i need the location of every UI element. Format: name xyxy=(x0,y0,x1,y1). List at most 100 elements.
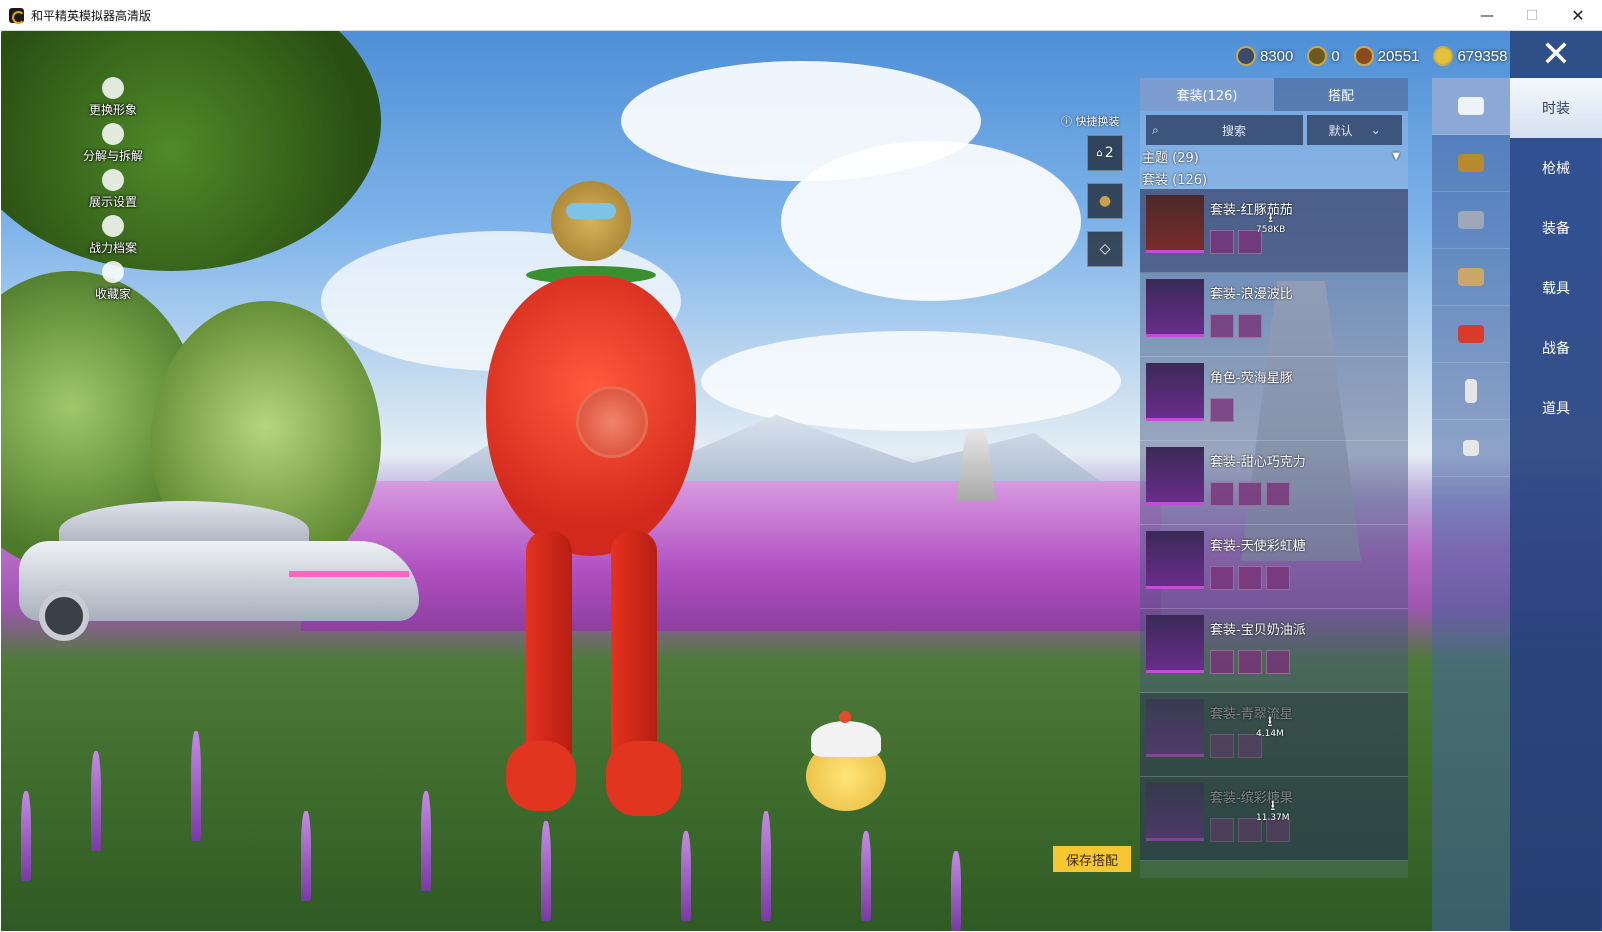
hat-icon xyxy=(1458,154,1484,172)
search-input[interactable]: ⌕ 搜索 xyxy=(1146,115,1304,145)
slot-pants[interactable] xyxy=(1432,363,1510,420)
list-item[interactable]: 套装-浪漫波比 xyxy=(1140,273,1408,357)
category-equipment[interactable]: 装备 xyxy=(1510,198,1602,258)
collector-button[interactable]: 收藏家 xyxy=(72,256,154,302)
flower xyxy=(421,791,431,891)
list-item[interactable]: 套装-青翠流星 ⭳ 4.14M xyxy=(1140,693,1408,777)
download-indicator[interactable]: ⭳ 4.14M xyxy=(1256,715,1284,739)
part-thumb xyxy=(1266,482,1290,506)
maximize-button[interactable]: ☐ xyxy=(1509,0,1555,31)
slot-suit[interactable] xyxy=(1432,306,1510,363)
panel-tabs: 套装(126) 搭配 xyxy=(1140,78,1408,111)
category-fashion[interactable]: 时装 xyxy=(1510,78,1602,138)
search-icon: ⌕ xyxy=(1152,122,1159,137)
item-name: 套装-青翠流星 xyxy=(1210,707,1293,722)
item-name: 套装-浪漫波比 xyxy=(1210,287,1293,302)
currency-value: 20551 xyxy=(1377,47,1420,65)
save-outfit-button[interactable]: 保存搭配 xyxy=(1053,846,1131,872)
list-item[interactable]: 套装-甜心巧克力 xyxy=(1140,441,1408,525)
slot-outfit[interactable] xyxy=(1432,78,1510,135)
diamond-button[interactable]: ◇ xyxy=(1087,231,1123,267)
outfit-list-panel: 套装(126) 搭配 ⌕ 搜索 默认 ⌄ 主题 (29) ▼ 套装 (126) … xyxy=(1140,78,1408,878)
display-settings-button[interactable]: 展示设置 xyxy=(72,164,154,210)
lavender-field xyxy=(301,481,1161,631)
quick-buttons: ⓘ 快捷换装 ⌂ 2 ● ◇ xyxy=(1061,113,1123,279)
category-items[interactable]: 道具 xyxy=(1510,378,1602,438)
hanger-icon: ⌂ xyxy=(1096,147,1103,159)
quick-swap-button[interactable]: ⓘ 快捷换装 xyxy=(1061,113,1123,129)
slot-shoes[interactable] xyxy=(1432,420,1510,477)
change-avatar-button[interactable]: 更换形象 xyxy=(72,72,154,118)
category-guns[interactable]: 枪械 xyxy=(1510,138,1602,198)
tree-canopy xyxy=(1,31,381,271)
left-menu: 更换形象 分解与拆解 展示设置 战力档案 收藏家 xyxy=(72,72,154,302)
suit-icon xyxy=(1458,325,1484,343)
window-titlebar: 和平精英模拟器高清版 — ☐ ✕ xyxy=(0,0,1602,31)
badge-button[interactable]: ● xyxy=(1087,183,1123,219)
top-icon xyxy=(1458,268,1484,286)
chevron-down-icon: ⌄ xyxy=(1370,123,1381,137)
flower xyxy=(761,811,771,921)
item-thumbnail xyxy=(1146,279,1204,337)
download-icon: ⭳ xyxy=(1270,798,1276,814)
list-item[interactable]: 套装-天使彩虹糖 xyxy=(1140,525,1408,609)
download-indicator[interactable]: ⭳ 758KB xyxy=(1256,211,1285,235)
window-title: 和平精英模拟器高清版 xyxy=(31,8,152,23)
category-vehicles[interactable]: 载具 xyxy=(1510,258,1602,318)
mask-icon xyxy=(1458,211,1484,229)
part-thumb xyxy=(1210,398,1234,422)
app-icon xyxy=(9,7,25,24)
close-wardrobe-button[interactable]: ✕ xyxy=(1510,31,1602,78)
item-name: 套装-宝贝奶油派 xyxy=(1210,623,1306,638)
medal-icon xyxy=(102,261,124,283)
disassemble-button[interactable]: 分解与拆解 xyxy=(72,118,154,164)
menu-label: 展示设置 xyxy=(88,195,137,209)
cloud xyxy=(701,331,1121,431)
tab-outfits[interactable]: 套装(126) xyxy=(1140,78,1274,111)
search-placeholder: 搜索 xyxy=(1222,123,1247,138)
hanger-slot-button[interactable]: ⌂ 2 xyxy=(1087,135,1123,171)
download-size: 758KB xyxy=(1256,225,1286,235)
help-icon: ⓘ xyxy=(1061,115,1072,128)
minimize-button[interactable]: — xyxy=(1464,0,1510,31)
vehicle-car xyxy=(19,501,419,651)
theme-filter[interactable]: 主题 (29) ▼ xyxy=(1140,145,1408,167)
slot-icon-column xyxy=(1432,78,1510,931)
menu-label: 分解与拆解 xyxy=(82,149,143,163)
coin-icon xyxy=(1236,46,1256,66)
power-archive-button[interactable]: 战力档案 xyxy=(72,210,154,256)
currency-bar: 8300 0 20551 679358 xyxy=(1236,44,1508,68)
item-thumbnail xyxy=(1146,195,1204,253)
list-item[interactable]: 套装-红豚茄茄 ⭳ 758KB xyxy=(1140,189,1408,273)
part-thumb xyxy=(1210,734,1234,758)
currency-coin: 8300 xyxy=(1236,46,1293,66)
slot-top[interactable] xyxy=(1432,249,1510,306)
theme-filter-label: 主题 (29) xyxy=(1142,150,1199,166)
tab-match[interactable]: 搭配 xyxy=(1274,78,1408,111)
pants-icon xyxy=(1465,379,1477,403)
slot-hat[interactable] xyxy=(1432,135,1510,192)
slot-number: 2 xyxy=(1104,145,1114,161)
list-item[interactable]: 角色-荧海星豚 xyxy=(1140,357,1408,441)
category-gear[interactable]: 战备 xyxy=(1510,318,1602,378)
pet-chick xyxy=(801,711,891,811)
flower xyxy=(301,811,311,901)
item-name: 套装-缤彩糖果 xyxy=(1210,791,1293,806)
sort-dropdown[interactable]: 默认 ⌄ xyxy=(1307,115,1402,145)
download-size: 11.37M xyxy=(1256,813,1290,823)
download-indicator[interactable]: ⭳ 11.37M xyxy=(1256,799,1290,823)
caret-down-icon: ▼ xyxy=(1392,150,1400,162)
item-thumbnail xyxy=(1146,783,1204,841)
item-parts xyxy=(1210,230,1402,254)
item-thumbnail xyxy=(1146,447,1204,505)
item-parts xyxy=(1210,818,1402,842)
player-character[interactable] xyxy=(456,181,726,821)
item-thumbnail xyxy=(1146,699,1204,757)
slot-mask[interactable] xyxy=(1432,192,1510,249)
currency-diamond-coin: 679358 xyxy=(1433,46,1508,66)
part-thumb xyxy=(1266,650,1290,674)
list-item[interactable]: 套装-宝贝奶油派 xyxy=(1140,609,1408,693)
window-close-button[interactable]: ✕ xyxy=(1555,0,1601,31)
diamond-icon: ◇ xyxy=(1099,241,1111,257)
list-item[interactable]: 套装-缤彩糖果 ⭳ 11.37M xyxy=(1140,777,1408,861)
